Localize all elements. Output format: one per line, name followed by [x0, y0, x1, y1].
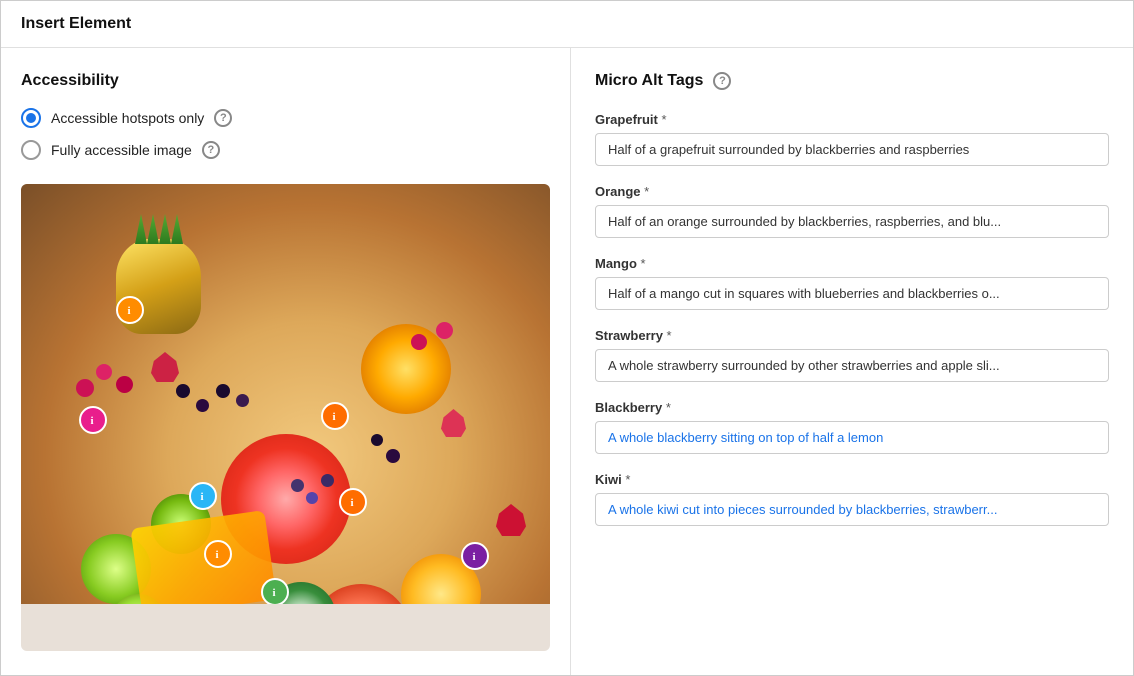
radio-item-hotspots[interactable]: Accessible hotspots only ?: [21, 108, 550, 128]
hotspot-blackberry[interactable]: i: [461, 542, 489, 570]
hotspots-help-icon[interactable]: ?: [214, 109, 232, 127]
modal-header: Insert Element: [1, 1, 1133, 48]
kiwi-input[interactable]: [595, 493, 1109, 526]
fully-accessible-help-icon[interactable]: ?: [202, 141, 220, 159]
grapefruit-label: Grapefruit *: [595, 112, 1109, 127]
orange-visual: [361, 324, 451, 414]
field-group-blackberry: Blackberry *: [595, 400, 1109, 454]
radio-fully-accessible-circle[interactable]: [21, 140, 41, 160]
blueberry2: [306, 492, 318, 504]
modal-body: Accessibility Accessible hotspots only ?…: [1, 48, 1133, 675]
berry5: [371, 434, 383, 446]
radio-hotspots-circle[interactable]: [21, 108, 41, 128]
orange-input[interactable]: [595, 205, 1109, 238]
grapefruit-input[interactable]: [595, 133, 1109, 166]
svg-text:i: i: [351, 497, 354, 508]
fruit-image-container: i i i i i i: [21, 184, 550, 651]
blackberry-label: Blackberry *: [595, 400, 1109, 415]
field-group-strawberry: Strawberry *: [595, 328, 1109, 382]
berry1: [176, 384, 190, 398]
hotspot-raspberry[interactable]: i: [79, 406, 107, 434]
right-panel: Micro Alt Tags ? Grapefruit * Orange * M…: [571, 48, 1133, 675]
strawberry-input[interactable]: [595, 349, 1109, 382]
svg-text:i: i: [273, 587, 276, 598]
svg-text:i: i: [473, 551, 476, 562]
radio-hotspots-label: Accessible hotspots only: [51, 110, 204, 126]
left-panel: Accessibility Accessible hotspots only ?…: [1, 48, 571, 675]
raspberry1: [76, 379, 94, 397]
berry3: [216, 384, 230, 398]
micro-alt-help-icon[interactable]: ?: [713, 72, 731, 90]
field-group-orange: Orange *: [595, 184, 1109, 238]
svg-text:i: i: [333, 411, 336, 422]
hotspot-kiwi[interactable]: i: [261, 578, 289, 604]
accessibility-section-title: Accessibility: [21, 72, 550, 90]
blueberry3: [321, 474, 334, 487]
berry4: [236, 394, 249, 407]
field-group-mango: Mango *: [595, 256, 1109, 310]
hotspot-orange2[interactable]: i: [204, 540, 232, 568]
raspberry4: [411, 334, 427, 350]
blackberry-input[interactable]: [595, 421, 1109, 454]
accessibility-radio-group: Accessible hotspots only ? Fully accessi…: [21, 108, 550, 160]
strawberry-label: Strawberry *: [595, 328, 1109, 343]
mango-label: Mango *: [595, 256, 1109, 271]
modal-container: Insert Element Accessibility Accessible …: [0, 0, 1134, 676]
micro-alt-section-title: Micro Alt Tags: [595, 72, 703, 90]
hotspot-grapefruit[interactable]: i: [339, 488, 367, 516]
mango-input[interactable]: [595, 277, 1109, 310]
berry2: [196, 399, 209, 412]
hotspot-mango[interactable]: i: [189, 482, 217, 510]
raspberry2: [96, 364, 112, 380]
svg-text:i: i: [201, 491, 204, 502]
orange-label: Orange *: [595, 184, 1109, 199]
hotspot-orange[interactable]: i: [321, 402, 349, 430]
raspberry3: [116, 376, 133, 393]
svg-text:i: i: [128, 305, 131, 316]
hotspot-pineapple[interactable]: i: [116, 296, 144, 324]
field-group-grapefruit: Grapefruit *: [595, 112, 1109, 166]
berry6: [386, 449, 400, 463]
field-group-kiwi: Kiwi *: [595, 472, 1109, 526]
fruit-image: i i i i i i: [21, 184, 550, 604]
kiwi-label: Kiwi *: [595, 472, 1109, 487]
blueberry1: [291, 479, 304, 492]
micro-alt-tags-header: Micro Alt Tags ?: [595, 72, 1109, 90]
radio-fully-accessible-label: Fully accessible image: [51, 142, 192, 158]
svg-text:i: i: [91, 415, 94, 426]
svg-text:i: i: [216, 549, 219, 560]
radio-item-fully-accessible[interactable]: Fully accessible image ?: [21, 140, 550, 160]
modal-title: Insert Element: [21, 15, 131, 32]
raspberry5: [436, 322, 453, 339]
